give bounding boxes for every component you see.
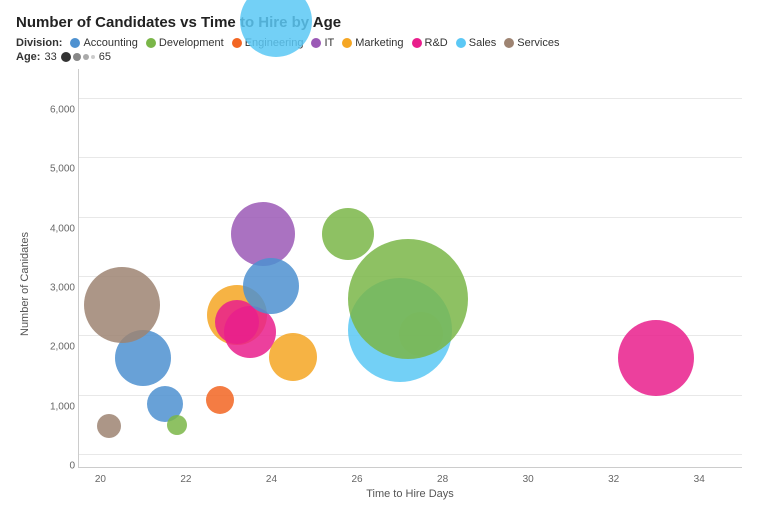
division-label: Division: — [16, 37, 62, 49]
legend-division: Division: AccountingDevelopmentEngineeri… — [16, 37, 752, 49]
bubble-9[interactable] — [243, 258, 299, 314]
y-axis-label: Number of Canidates — [16, 69, 34, 500]
x-tick-label: 22 — [180, 474, 191, 485]
y-tick-label: 0 — [69, 461, 75, 472]
bubble-17[interactable] — [167, 415, 187, 435]
legend-age: Age: 33 65 — [16, 51, 752, 63]
y-tick-label: 4,000 — [50, 223, 75, 234]
legend-item-it: IT — [311, 37, 334, 49]
x-axis-label: Time to Hire Days — [78, 488, 742, 500]
chart-title: Number of Candidates vs Time to Hire by … — [16, 14, 752, 31]
y-tick-label: 5,000 — [50, 164, 75, 175]
y-tick-label: 3,000 — [50, 282, 75, 293]
plot-area: 01,0002,0003,0004,0005,0006,000202224262… — [78, 69, 742, 468]
x-tick-label: 24 — [266, 474, 277, 485]
x-tick-label: 32 — [608, 474, 619, 485]
x-tick-label: 26 — [351, 474, 362, 485]
legend-item-marketing: Marketing — [342, 37, 403, 49]
x-tick-label: 28 — [437, 474, 448, 485]
age-dot-2 — [73, 53, 81, 61]
bubble-16[interactable] — [618, 320, 694, 396]
bubble-7[interactable] — [206, 386, 234, 414]
y-tick-label: 1,000 — [50, 401, 75, 412]
grid-line: 5,000 — [79, 157, 742, 158]
y-tick-label: 6,000 — [50, 104, 75, 115]
legend-item-services: Services — [504, 37, 559, 49]
age-dot-3 — [83, 54, 89, 60]
bubble-15[interactable] — [348, 239, 468, 359]
age-dots — [61, 52, 95, 62]
age-dot-4 — [91, 55, 95, 59]
bubble-12[interactable] — [322, 208, 374, 260]
grid-line: 6,000 — [79, 98, 742, 99]
x-tick-label: 30 — [523, 474, 534, 485]
grid-line: 4,000 — [79, 217, 742, 218]
chart-area: Number of Canidates 0 1,000 2,000 3,000 4,00… — [16, 69, 752, 500]
bubble-3[interactable] — [84, 267, 160, 343]
legend-item-development: Development — [146, 37, 224, 49]
chart-container: Number of Candidates vs Time to Hire by … — [0, 0, 768, 510]
x-tick-label: 20 — [95, 474, 106, 485]
y-tick-label: 2,000 — [50, 342, 75, 353]
bubble-8[interactable] — [231, 202, 295, 266]
age-max: 65 — [99, 51, 111, 63]
legend-item-sales: Sales — [456, 37, 497, 49]
age-dot-1 — [61, 52, 71, 62]
bubble-2[interactable] — [97, 414, 121, 438]
age-min: 33 — [44, 51, 56, 63]
bubble-10[interactable] — [269, 333, 317, 381]
legend-item-accounting: Accounting — [70, 37, 137, 49]
legend-item-r&d: R&D — [412, 37, 448, 49]
x-tick-label: 34 — [694, 474, 705, 485]
plot-wrapper: 0 1,000 2,000 3,000 4,000 5,000 6,000 20 22 24 26 2… — [34, 69, 752, 500]
age-label: Age: — [16, 51, 40, 63]
grid-line: 0 — [79, 454, 742, 455]
